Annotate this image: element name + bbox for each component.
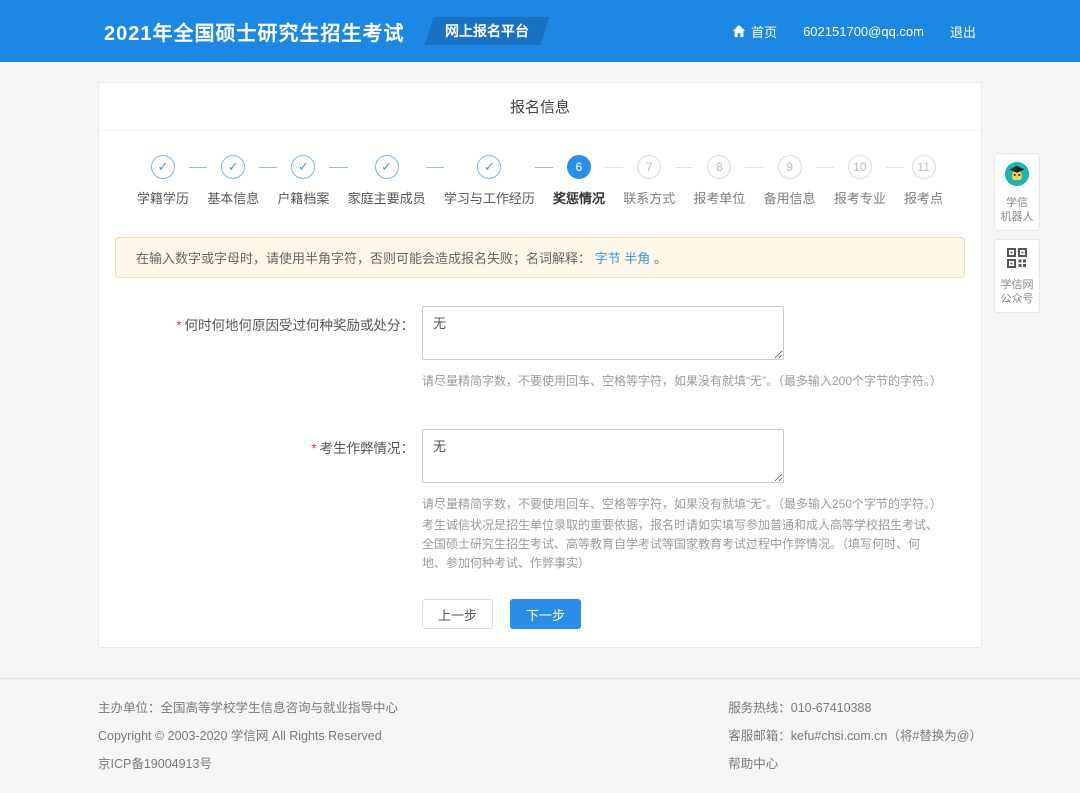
notice-banner: 在输入数字或字母时，请使用半角字符，否则可能会造成报名失败；名词解释： 字节 半… [115,237,965,278]
prev-step-button[interactable]: 上一步 [422,599,493,629]
form-buttons: 上一步 下一步 [422,599,981,647]
robot-widget[interactable]: 学信 机器人 [994,153,1040,231]
notice-text: 在输入数字或字母时，请使用半角字符，否则可能会造成报名失败；名词解释： [136,251,591,266]
step-connector [329,167,347,168]
step-check-icon: ✓ [477,155,501,179]
registration-card: 报名信息 ✓ 学籍学历 ✓ 基本信息 ✓ 户籍档案 ✓ 家庭主要成员 ✓ 学习与… [98,82,982,648]
rewards-textarea[interactable]: 无 [422,306,784,360]
qr-code-icon [1006,256,1028,273]
footer: 主办单位：全国高等学校学生信息咨询与就业指导中心 Copyright © 200… [0,678,1080,793]
halfwidth-definition-link[interactable]: 半角 [624,251,650,266]
footer-copyright: Copyright © 2003-2020 学信网 All Rights Res… [98,722,398,750]
step-number: 11 [912,155,936,179]
cheating-hint-2: 考生诚信状况是招生单位录取的重要依据，报名时请如实填写参加普通和成人高等学校招生… [422,516,938,573]
step-connector [189,167,207,168]
card-title: 报名信息 [99,83,981,131]
step-item-2[interactable]: ✓ 基本信息 [207,155,259,207]
qrcode-widget-label: 学信网 公众号 [997,278,1037,306]
step-connector [816,167,834,168]
rewards-control: 无 请尽量精简字数，不要使用回车、空格等字符，如果没有就填“无”。（最多输入20… [422,306,938,391]
app-title: 2021年全国硕士研究生招生考试 [104,17,405,46]
step-label: 奖惩情况 [553,188,605,207]
cheating-hint-1: 请尽量精简字数，不要使用回车、空格等字符，如果没有就填“无”。（最多输入250个… [422,495,938,514]
step-item-3[interactable]: ✓ 户籍档案 [277,155,329,207]
home-icon [732,24,746,38]
step-item-1[interactable]: ✓ 学籍学历 [137,155,189,207]
help-center-link[interactable]: 帮助中心 [728,757,778,771]
step-label: 学习与工作经历 [444,188,535,207]
step-check-icon: ✓ [151,155,175,179]
step-label: 报考点 [904,188,943,207]
step-check-icon: ✓ [221,155,245,179]
qrcode-widget[interactable]: 学信网 公众号 [994,239,1040,313]
form-field-rewards: *何时何地何原因受过何种奖励或处分： 无 请尽量精简字数，不要使用回车、空格等字… [99,306,981,391]
robot-widget-label: 学信 机器人 [997,196,1037,224]
cheating-control: 无 请尽量精简字数，不要使用回车、空格等字符，如果没有就填“无”。（最多输入25… [422,429,938,573]
required-asterisk: * [311,441,316,456]
rewards-hint: 请尽量精简字数，不要使用回车、空格等字符，如果没有就填“无”。（最多输入200个… [422,372,938,391]
awards-punishments-form: *何时何地何原因受过何种奖励或处分： 无 请尽量精简字数，不要使用回车、空格等字… [99,278,981,647]
step-item-10[interactable]: 10 报考专业 [834,155,886,207]
step-connector [259,167,277,168]
step-connector [745,167,763,168]
step-label: 备用信息 [764,188,816,207]
logout-link[interactable]: 退出 [950,22,976,41]
form-field-cheating: *考生作弊情况： 无 请尽量精简字数，不要使用回车、空格等字符，如果没有就填“无… [99,429,981,573]
step-label: 户籍档案 [277,188,329,207]
step-item-6-current[interactable]: 6 奖惩情况 [553,155,605,207]
nav-home-link[interactable]: 首页 [732,22,777,41]
step-item-8[interactable]: 8 报考单位 [693,155,745,207]
rewards-field-label: *何时何地何原因受过何种奖励或处分： [99,306,414,391]
step-indicator: ✓ 学籍学历 ✓ 基本信息 ✓ 户籍档案 ✓ 家庭主要成员 ✓ 学习与工作经历 … [99,131,981,221]
footer-right: 服务热线：010-67410388 客服邮箱：kefu#chsi.com.cn（… [728,694,982,778]
step-connector [675,167,693,168]
step-number: 6 [567,155,591,179]
cheating-field-label: *考生作弊情况： [99,429,414,573]
byte-definition-link[interactable]: 字节 [595,251,621,266]
step-connector [605,167,623,168]
step-item-5[interactable]: ✓ 学习与工作经历 [444,155,535,207]
footer-host: 主办单位：全国高等学校学生信息咨询与就业指导中心 [98,694,398,722]
step-label: 家庭主要成员 [348,188,426,207]
user-email: 602151700@qq.com [803,24,924,39]
header-left: 2021年全国硕士研究生招生考试 网上报名平台 [104,17,545,46]
app-header: 2021年全国硕士研究生招生考试 网上报名平台 首页 602151700@qq.… [0,0,1080,62]
step-item-9[interactable]: 9 备用信息 [764,155,816,207]
platform-badge-label: 网上报名平台 [445,21,529,41]
footer-left: 主办单位：全国高等学校学生信息咨询与就业指导中心 Copyright © 200… [98,694,398,778]
step-number: 9 [778,155,802,179]
step-check-icon: ✓ [291,155,315,179]
footer-hotline: 服务热线：010-67410388 [728,694,982,722]
step-label: 报考专业 [834,188,886,207]
step-item-4[interactable]: ✓ 家庭主要成员 [348,155,426,207]
nav-home-label: 首页 [751,22,777,41]
footer-email: 客服邮箱：kefu#chsi.com.cn（将#替换为@） [728,722,982,750]
step-number: 8 [707,155,731,179]
notice-suffix: 。 [654,251,667,266]
step-label: 基本信息 [207,188,259,207]
footer-icp: 京ICP备19004913号 [98,750,398,778]
step-label: 联系方式 [623,188,675,207]
cheating-textarea[interactable]: 无 [422,429,784,483]
header-nav: 首页 602151700@qq.com 退出 [732,22,976,41]
platform-badge: 网上报名平台 [424,17,549,45]
step-number: 7 [637,155,661,179]
step-label: 学籍学历 [137,188,189,207]
required-asterisk: * [176,318,181,333]
step-label: 报考单位 [693,188,745,207]
floating-widgets: 学信 机器人 学信网 公众号 [994,153,1040,321]
step-connector [535,167,553,168]
next-step-button[interactable]: 下一步 [510,599,581,629]
step-connector [886,167,904,168]
step-item-11[interactable]: 11 报考点 [904,155,943,207]
step-item-7[interactable]: 7 联系方式 [623,155,675,207]
robot-icon [1004,174,1030,191]
step-connector [426,167,444,168]
step-number: 10 [848,155,872,179]
step-check-icon: ✓ [375,155,399,179]
